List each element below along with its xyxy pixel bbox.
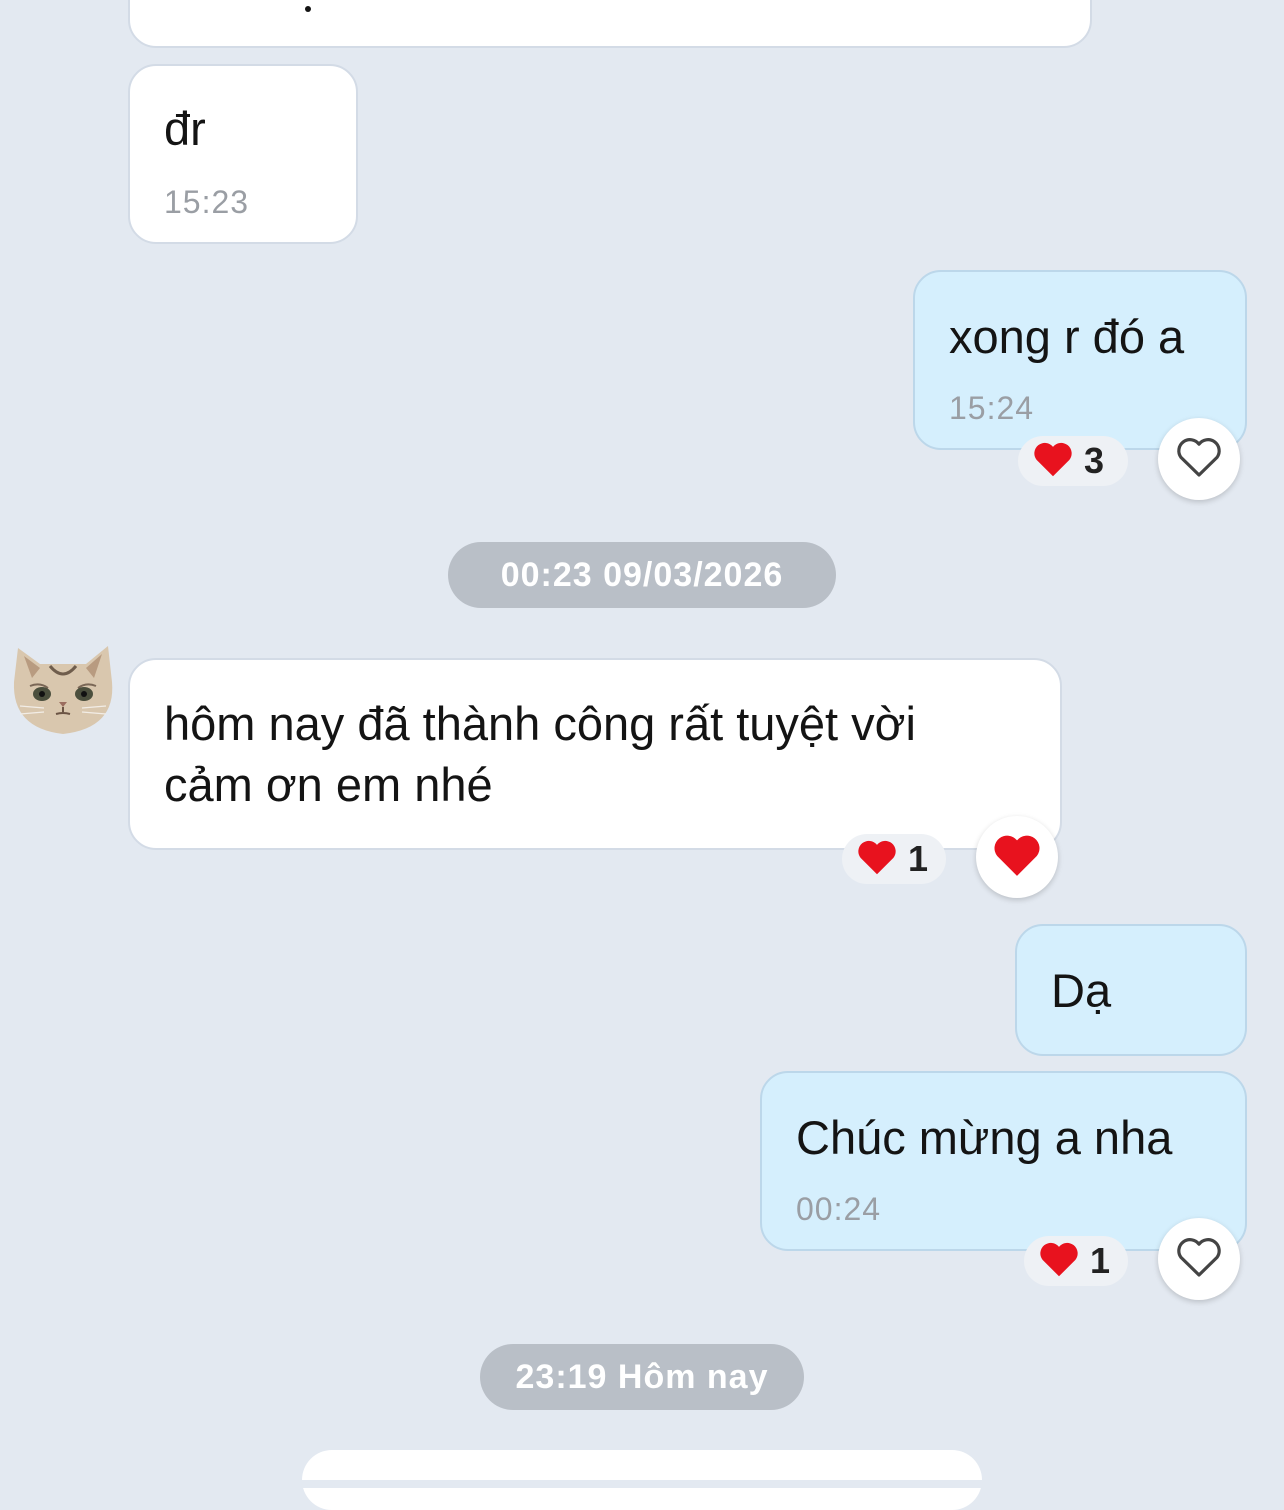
message-time: 15:24 [949, 390, 1035, 426]
heart-outline-icon [1175, 435, 1223, 484]
message-text: đr [164, 102, 206, 155]
react-button[interactable] [1158, 1218, 1240, 1300]
message-time: 00:24 [796, 1191, 882, 1227]
heart-icon [1032, 440, 1074, 483]
react-button-active[interactable] [976, 816, 1058, 898]
avatar[interactable] [10, 642, 116, 736]
reaction-summary[interactable]: 1 [1024, 1236, 1128, 1286]
message-bubble-partial[interactable] [128, 0, 1092, 48]
message-bubble-incoming[interactable]: hôm nay đã thành công rất tuyệt vời cảm … [128, 658, 1062, 850]
reaction-summary[interactable]: 3 [1018, 436, 1128, 486]
react-button[interactable] [1158, 418, 1240, 500]
bottom-edge [0, 1480, 1284, 1488]
reaction-count: 3 [1084, 440, 1105, 481]
message-time: 15:23 [164, 184, 250, 220]
reaction-summary[interactable]: 1 [842, 834, 946, 884]
message-text-line1: hôm nay đã thành công rất tuyệt vời [164, 697, 916, 750]
message-text-line2: cảm ơn em nhé [164, 758, 493, 811]
message-text: xong r đó a [949, 310, 1185, 363]
message-bubble-incoming[interactable]: đr 15:23 [128, 64, 358, 244]
message-bubble-outgoing[interactable]: Chúc mừng a nha 00:24 [760, 1071, 1247, 1251]
message-text: Chúc mừng a nha [796, 1111, 1173, 1164]
message-text: Dạ [1051, 964, 1112, 1017]
date-separator: 00:23 09/03/2026 [448, 542, 836, 608]
heart-icon [1038, 1240, 1080, 1283]
reaction-count: 1 [908, 838, 929, 879]
heart-icon [856, 838, 898, 881]
heart-outline-icon [1175, 1235, 1223, 1284]
heart-icon [992, 832, 1042, 883]
date-separator: 23:19 Hôm nay [480, 1344, 804, 1410]
dot-mark [305, 6, 311, 12]
reaction-count: 1 [1090, 1240, 1111, 1281]
message-bubble-outgoing[interactable]: Dạ [1015, 924, 1247, 1056]
